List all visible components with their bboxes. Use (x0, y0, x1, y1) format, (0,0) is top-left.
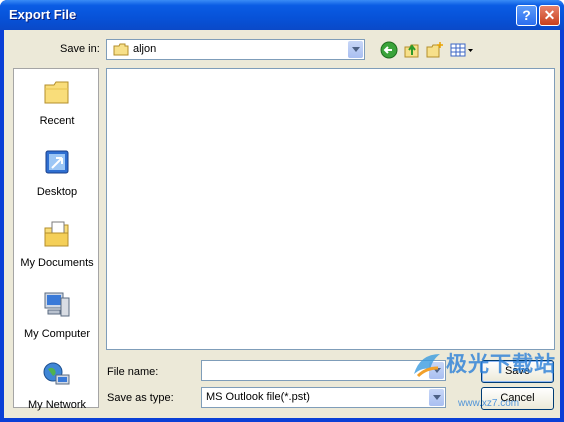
desktop-icon (45, 150, 69, 174)
up-folder-icon[interactable] (403, 41, 421, 59)
save-as-type-label: Save as type: (107, 392, 174, 404)
folder-icon (113, 43, 129, 56)
places-label: My Computer (23, 328, 91, 340)
file-list[interactable] (106, 68, 555, 350)
places-label: My Network (27, 399, 87, 411)
title-bar[interactable]: Export File ? ✕ (0, 0, 564, 30)
save-as-type-value: MS Outlook file(*.pst) (206, 391, 310, 403)
recent-folder-icon (44, 81, 69, 104)
places-bar: Recent Desktop My Documents My Computer … (13, 68, 99, 411)
help-button[interactable]: ? (516, 5, 537, 26)
watermark: 极光下载站 www.xz7.com (410, 344, 560, 416)
close-button[interactable]: ✕ (539, 5, 560, 26)
save-in-value: aljon (133, 43, 157, 55)
my-network-icon (43, 362, 70, 385)
window-title: Export File (9, 7, 77, 22)
places-label: Recent (39, 115, 75, 127)
my-documents-icon (44, 221, 69, 247)
file-name-label: File name: (107, 366, 159, 378)
views-menu-icon[interactable] (450, 41, 474, 59)
export-file-dialog: Export File ? ✕ Save in: aljon Recent De… (0, 0, 564, 422)
watermark-text: 极光下载站 (446, 352, 556, 376)
watermark-url: www.xz7.com (458, 398, 520, 409)
my-computer-icon (44, 292, 70, 317)
chevron-down-icon[interactable] (348, 41, 363, 58)
watermark-logo-icon (414, 354, 440, 378)
places-label: My Documents (20, 257, 94, 269)
new-folder-icon[interactable] (426, 41, 444, 59)
back-icon[interactable] (380, 41, 398, 59)
save-in-dropdown[interactable]: aljon (106, 39, 365, 60)
save-in-label: Save in: (60, 43, 100, 55)
places-label: Desktop (36, 186, 78, 198)
